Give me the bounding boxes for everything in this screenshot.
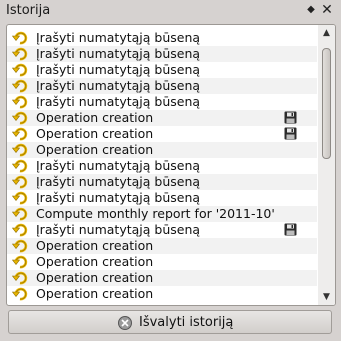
- undo-arrow-icon: [12, 255, 28, 269]
- undo-arrow-icon: [12, 95, 28, 109]
- history-list[interactable]: Įrašyti numatytąją būseną Įrašyti numatyt…: [7, 30, 317, 302]
- history-item-label: Įrašyti numatytąją būseną: [36, 78, 201, 93]
- history-item[interactable]: Įrašyti numatytąją būseną: [7, 62, 317, 78]
- history-item[interactable]: Operation creation: [7, 126, 317, 142]
- history-item[interactable]: Compute monthly report for '2011-10': [7, 206, 317, 222]
- history-item-label: Įrašyti numatytąją būseną: [36, 30, 201, 45]
- vertical-scrollbar[interactable]: ▲ ▼: [318, 25, 335, 305]
- history-item-label: Operation creation: [36, 270, 154, 285]
- undo-arrow-icon: [12, 31, 28, 45]
- undo-arrow-icon: [12, 287, 28, 301]
- history-item[interactable]: Įrašyti numatytąją būseną: [7, 30, 317, 46]
- close-button[interactable]: ✕: [320, 3, 334, 17]
- history-item[interactable]: Įrašyti numatytąją būseną: [7, 190, 317, 206]
- history-item-label: Įrašyti numatytąją būseną: [36, 46, 201, 61]
- scrollbar-thumb[interactable]: [322, 48, 331, 159]
- history-item-label: Įrašyti numatytąją būseną: [36, 94, 201, 109]
- float-button[interactable]: ◆: [304, 3, 318, 17]
- save-icon: [284, 127, 297, 140]
- undo-arrow-icon: [12, 127, 28, 141]
- history-item[interactable]: Įrašyti numatytąją būseną: [7, 78, 317, 94]
- history-item-label: Įrašyti numatytąją būseną: [36, 174, 201, 189]
- history-item-label: Įrašyti numatytąją būseną: [36, 158, 201, 173]
- undo-arrow-icon: [12, 63, 28, 77]
- history-item-label: Įrašyti numatytąją būseną: [36, 190, 201, 205]
- undo-arrow-icon: [12, 47, 28, 61]
- undo-arrow-icon: [12, 175, 28, 189]
- undo-arrow-icon: [12, 79, 28, 93]
- save-icon: [284, 223, 297, 236]
- undo-arrow-icon: [12, 239, 28, 253]
- history-list-frame: Įrašyti numatytąją būseną Įrašyti numatyt…: [6, 24, 336, 306]
- history-item[interactable]: Įrašyti numatytąją būseną: [7, 94, 317, 110]
- undo-arrow-icon: [12, 159, 28, 173]
- history-item[interactable]: Įrašyti numatytąją būseną: [7, 174, 317, 190]
- history-item-label: Operation creation: [36, 286, 154, 301]
- undo-arrow-icon: [12, 207, 28, 221]
- history-item[interactable]: Įrašyti numatytąją būseną: [7, 222, 317, 238]
- scroll-up-icon[interactable]: ▲: [320, 27, 333, 39]
- history-item[interactable]: Įrašyti numatytąją būseną: [7, 158, 317, 174]
- clear-history-button[interactable]: Išvalyti istoriją: [8, 310, 332, 334]
- history-item-label: Įrašyti numatytąją būseną: [36, 222, 201, 237]
- history-item[interactable]: Įrašyti numatytąją būseną: [7, 46, 317, 62]
- history-item-label: Operation creation: [36, 254, 154, 269]
- history-item[interactable]: Operation creation: [7, 238, 317, 254]
- undo-arrow-icon: [12, 191, 28, 205]
- history-item[interactable]: Operation creation: [7, 142, 317, 158]
- undo-arrow-icon: [12, 223, 28, 237]
- panel-title: Istorija: [6, 3, 51, 18]
- history-item-label: Compute monthly report for '2011-10': [36, 206, 275, 221]
- undo-arrow-icon: [12, 111, 28, 125]
- history-item-label: Operation creation: [36, 238, 154, 253]
- clear-history-label: Išvalyti istoriją: [139, 315, 234, 330]
- undo-arrow-icon: [12, 143, 28, 157]
- history-item-label: Įrašyti numatytąją būseną: [36, 62, 201, 77]
- history-item[interactable]: Operation creation: [7, 110, 317, 126]
- history-item[interactable]: Operation creation: [7, 286, 317, 302]
- history-item[interactable]: Operation creation: [7, 270, 317, 286]
- history-item-label: Operation creation: [36, 110, 154, 125]
- scroll-down-icon[interactable]: ▼: [320, 291, 333, 303]
- history-item-label: Operation creation: [36, 126, 154, 141]
- scrollbar-track[interactable]: [322, 41, 331, 287]
- undo-arrow-icon: [12, 271, 28, 285]
- history-item[interactable]: Operation creation: [7, 254, 317, 270]
- history-item-label: Operation creation: [36, 142, 154, 157]
- title-bar: Istorija ◆ ✕: [0, 0, 341, 22]
- history-panel: Istorija ◆ ✕ Įrašyti numatytąją būseną Įr…: [0, 0, 341, 341]
- save-icon: [284, 111, 297, 124]
- clear-history-icon: [118, 316, 132, 330]
